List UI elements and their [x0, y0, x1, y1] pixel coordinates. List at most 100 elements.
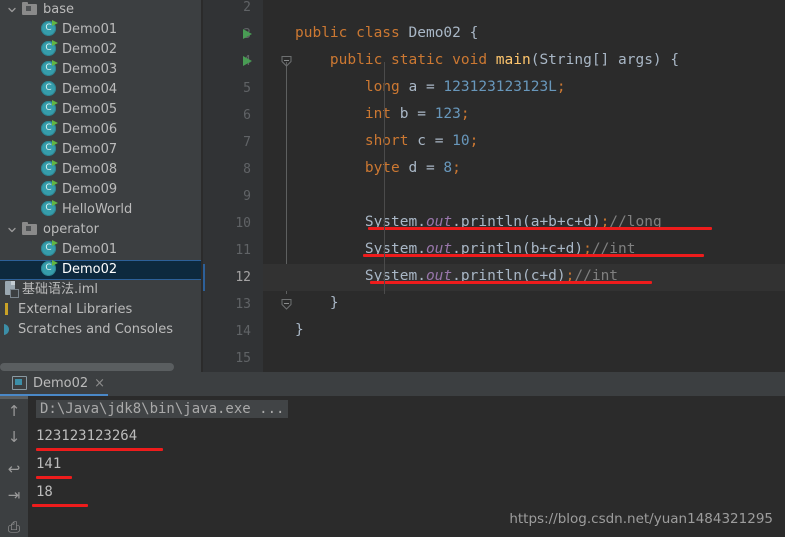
close-icon[interactable]: ×	[94, 377, 105, 390]
code-token: c =	[417, 133, 453, 149]
project-tree-panel[interactable]: base C Demo01 C Demo02 C Demo03 C Demo04 C Demo05 C…	[0, 0, 201, 372]
code-token: 123123123123L	[443, 79, 557, 95]
code-token: }	[329, 295, 339, 311]
java-class-runnable-icon: C	[41, 60, 58, 77]
tree-item-operator-11[interactable]: operator	[0, 220, 201, 240]
console-tab-bar[interactable]: Demo02 ×	[0, 372, 785, 396]
tree-item-scratchesandconsoles-16[interactable]: Scratches and Consoles	[0, 320, 201, 340]
code-line-13[interactable]: }	[295, 295, 339, 311]
tree-item-label: HelloWorld	[62, 202, 133, 217]
indent-guide	[384, 62, 385, 294]
line-number-6: 6	[243, 108, 251, 123]
code-line-5[interactable]: long a = 123123123123L;	[295, 79, 566, 95]
soft-wrap-icon[interactable]: ↩	[5, 460, 23, 478]
tree-item-demo02-2[interactable]: C Demo02	[0, 40, 201, 60]
underline-console-line-3	[32, 504, 88, 507]
scroll-down-icon[interactable]: ↓	[5, 428, 23, 446]
tree-item-label: Demo07	[62, 142, 118, 157]
tree-item-demo02-13[interactable]: C Demo02	[0, 260, 201, 280]
tree-item-demo04-4[interactable]: C Demo04	[0, 80, 201, 100]
code-token: 8	[443, 160, 453, 176]
code-token: byte	[364, 160, 409, 176]
chevron-down-icon[interactable]	[6, 220, 18, 240]
run-gutter-icon-line-3[interactable]	[243, 29, 252, 39]
module-file-icon	[4, 281, 19, 298]
tree-item-base-0[interactable]: base	[0, 0, 201, 20]
code-token: a =	[408, 79, 444, 95]
java-class-runnable-icon: C	[41, 160, 58, 177]
tree-item-label: 基础语法.iml	[22, 282, 99, 297]
code-line-6[interactable]: int b = 123;	[295, 106, 470, 122]
underline-line-12	[370, 281, 652, 284]
run-gutter-icon-line-4[interactable]	[243, 56, 252, 66]
code-token: long	[364, 79, 409, 95]
tree-item-demo01-12[interactable]: C Demo01	[0, 240, 201, 260]
tree-item-label: Demo02	[62, 42, 118, 57]
code-token: ;	[460, 106, 470, 122]
fold-marker-line-4[interactable]	[281, 56, 292, 67]
code-token: ;	[556, 79, 566, 95]
folder-icon	[22, 222, 38, 236]
underline-console-line-2	[36, 476, 72, 479]
tree-item-demo09-9[interactable]: C Demo09	[0, 180, 201, 200]
scroll-to-end-icon[interactable]: ⇥	[5, 486, 23, 504]
java-class-runnable-icon: C	[41, 240, 58, 257]
code-token: b =	[399, 106, 435, 122]
tree-item-demo07-7[interactable]: C Demo07	[0, 140, 201, 160]
console-command-line: D:\Java\jdk8\bin\java.exe ...	[36, 400, 289, 418]
code-line-7[interactable]: short c = 10;	[295, 133, 479, 149]
line-number-7: 7	[243, 135, 251, 150]
scrollbar-thumb[interactable]	[0, 363, 174, 371]
fold-marker-line-13[interactable]	[281, 299, 292, 310]
tree-item-externallibraries-15[interactable]: External Libraries	[0, 300, 201, 320]
editor-gutter[interactable]: 2 3 4 5 6 7 8 9 10 11 12 13 14 15	[203, 0, 263, 372]
tree-item-label: Demo09	[62, 182, 118, 197]
code-line-3[interactable]: public class Demo02 {	[295, 25, 478, 41]
code-editor[interactable]: 2 3 4 5 6 7 8 9 10 11 12 13 14 15 public class Demo02…	[203, 0, 785, 372]
code-token: void	[452, 52, 496, 68]
tree-item-demo03-3[interactable]: C Demo03	[0, 60, 201, 80]
console-top-scroll-indicator	[0, 396, 28, 399]
scroll-up-icon[interactable]: ↑	[5, 402, 23, 420]
code-line-8[interactable]: byte d = 8;	[295, 160, 461, 176]
tree-item-demo08-8[interactable]: C Demo08	[0, 160, 201, 180]
tree-item-label: External Libraries	[18, 302, 133, 317]
tree-item-iml-14[interactable]: 基础语法.iml	[0, 280, 201, 300]
tree-item-demo01-1[interactable]: C Demo01	[0, 20, 201, 40]
tree-item-label: Demo03	[62, 62, 118, 77]
console-output[interactable]: D:\Java\jdk8\bin\java.exe ... 12312312326…	[28, 396, 785, 537]
tree-item-label: Demo01	[62, 22, 118, 37]
console-output-line-3: 18	[36, 484, 53, 500]
code-token: int	[364, 106, 400, 122]
tab-demo02[interactable]: Demo02 ×	[8, 372, 111, 394]
java-class-runnable-icon: C	[41, 100, 58, 117]
code-token: {	[469, 25, 479, 41]
run-console-panel[interactable]: Demo02 × ↑ ↓ ↩ ⇥ ⎙ D:\Java\jdk8\bin\java.exe…	[0, 372, 785, 537]
folder-icon	[22, 2, 38, 16]
code-token: Demo02	[408, 25, 470, 41]
tree-item-demo06-6[interactable]: C Demo06	[0, 120, 201, 140]
sidebar-horizontal-scrollbar[interactable]	[0, 361, 201, 372]
code-line-4[interactable]: public static void main(String[] args) {	[295, 52, 679, 68]
tree-item-label: Demo05	[62, 102, 118, 117]
console-toolbar[interactable]: ↑ ↓ ↩ ⇥ ⎙	[0, 396, 28, 537]
print-icon[interactable]: ⎙	[5, 518, 23, 536]
console-output-line-1: 123123123264	[36, 428, 138, 444]
line-number-13: 13	[235, 297, 251, 312]
tree-item-label: Demo01	[62, 242, 118, 257]
chevron-down-icon[interactable]	[6, 0, 18, 20]
tree-item-demo05-5[interactable]: C Demo05	[0, 100, 201, 120]
tree-item-helloworld-10[interactable]: C HelloWorld	[0, 200, 201, 220]
code-line-14[interactable]: }	[295, 322, 304, 338]
console-window-icon	[12, 376, 27, 390]
fold-region-line	[286, 62, 287, 294]
code-token: public	[295, 25, 357, 41]
console-tab-label: Demo02	[33, 375, 89, 391]
underline-console-line-1	[36, 448, 163, 451]
code-token: 10	[452, 133, 470, 149]
